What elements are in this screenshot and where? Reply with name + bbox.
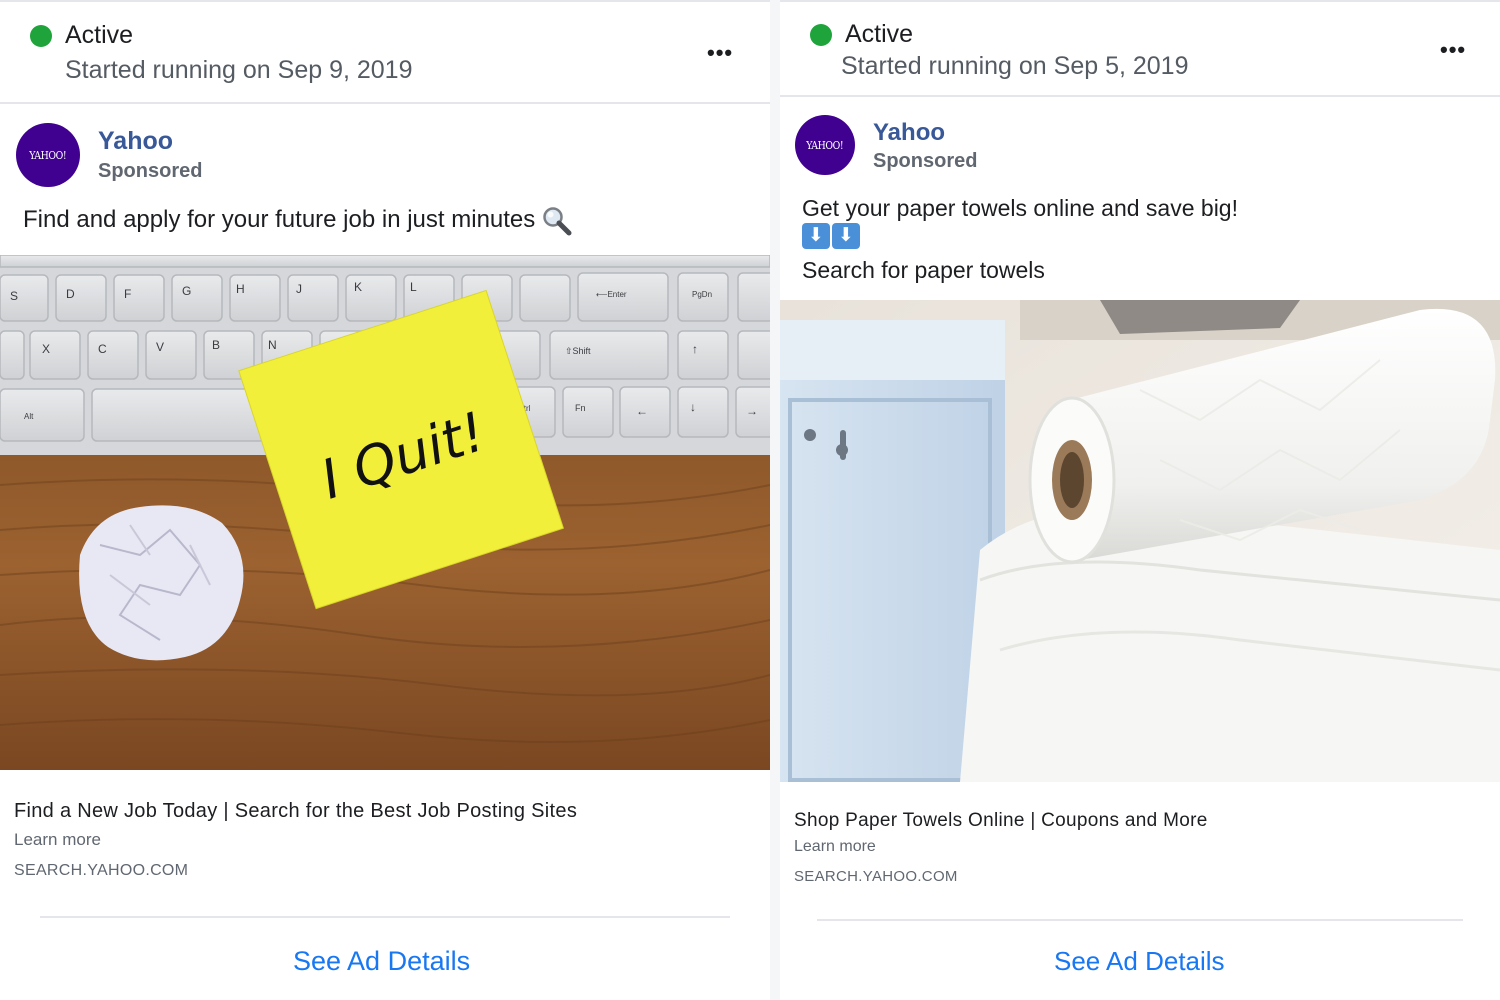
svg-text:H: H: [236, 282, 245, 296]
svg-text:G: G: [182, 284, 191, 298]
down-arrow-icon: ⬇: [832, 223, 860, 249]
learn-more-link[interactable]: Learn more: [794, 838, 876, 856]
svg-text:N: N: [268, 338, 277, 352]
status-label: Active: [845, 20, 914, 48]
see-ad-details-button[interactable]: See Ad Details: [1054, 946, 1225, 977]
svg-text:Fn: Fn: [575, 403, 586, 413]
ad-headline[interactable]: Shop Paper Towels Online | Coupons and M…: [794, 810, 1208, 832]
yahoo-logo-text: YAHOO!: [806, 138, 844, 152]
advertiser-avatar[interactable]: YAHOO!: [16, 123, 80, 187]
ad-display-domain: SEARCH.YAHOO.COM: [794, 868, 958, 885]
active-status-dot-icon: [30, 24, 52, 47]
ad-status: Active: [810, 20, 913, 49]
paper-towel-sheet: [960, 508, 1500, 782]
svg-text:→: →: [746, 404, 758, 418]
ad-card-1: Active Started running on Sep 9, 2019 ••…: [0, 0, 770, 1000]
svg-text:J: J: [296, 282, 302, 296]
svg-text:⟵Enter: ⟵Enter: [596, 290, 627, 299]
ad-display-domain: SEARCH.YAHOO.COM: [14, 862, 189, 879]
magnifying-glass-icon: [543, 206, 572, 236]
advertiser-avatar[interactable]: YAHOO!: [795, 115, 855, 175]
started-running-date: Started running on Sep 5, 2019: [841, 52, 1189, 80]
sponsored-label: Sponsored: [98, 160, 203, 182]
header-divider: [0, 102, 770, 104]
svg-text:K: K: [354, 280, 362, 294]
ad-body-emoji-row: ⬇ ⬇: [802, 223, 862, 249]
crumpled-paper-ball: [79, 505, 244, 661]
svg-text:D: D: [66, 287, 75, 301]
ad-creative-image[interactable]: [780, 300, 1500, 782]
column-gutter: [770, 0, 780, 1000]
svg-text:⇧Shift: ⇧Shift: [565, 346, 591, 356]
svg-text:V: V: [156, 340, 164, 354]
svg-text:X: X: [42, 342, 50, 356]
ad-creative-image[interactable]: S D F G H J K L ⟵Enter PgDn X C V B N ⇧Shift ↑ Alt…: [0, 255, 770, 770]
started-running-date: Started running on Sep 9, 2019: [65, 56, 413, 84]
more-options-icon[interactable]: •••: [1440, 37, 1466, 63]
status-label: Active: [65, 21, 134, 49]
svg-text:S: S: [10, 289, 18, 303]
ad-headline[interactable]: Find a New Job Today | Search for the Be…: [14, 800, 577, 823]
more-options-icon[interactable]: •••: [707, 40, 733, 66]
yahoo-logo-text: YAHOO!: [29, 148, 67, 162]
sponsored-label: Sponsored: [873, 150, 978, 172]
svg-text:↑: ↑: [692, 342, 698, 356]
header-divider: [780, 95, 1500, 97]
svg-text:B: B: [212, 338, 220, 352]
see-ad-details-button[interactable]: See Ad Details: [293, 946, 470, 977]
ad-body-copy: Find and apply for your future job in ju…: [23, 206, 536, 233]
ad-body-text: Find and apply for your future job in ju…: [23, 204, 573, 237]
card-top-border: [780, 0, 1500, 2]
footer-divider: [817, 919, 1463, 921]
ad-card-2: Active Started running on Sep 5, 2019 ••…: [780, 0, 1500, 1000]
footer-divider: [40, 916, 730, 918]
svg-text:↓: ↓: [690, 400, 696, 414]
ad-library-results: Active Started running on Sep 9, 2019 ••…: [0, 0, 1500, 1000]
advertiser-name-link[interactable]: Yahoo: [873, 119, 945, 147]
svg-text:F: F: [124, 287, 131, 301]
ad-status: Active: [30, 21, 133, 50]
ad-body-line-3: Search for paper towels: [802, 257, 1045, 283]
svg-text:PgDn: PgDn: [692, 290, 712, 299]
learn-more-link[interactable]: Learn more: [14, 830, 101, 850]
active-status-dot-icon: [810, 23, 832, 46]
svg-text:L: L: [410, 280, 417, 294]
card-top-border: [0, 0, 770, 2]
svg-text:Alt: Alt: [24, 412, 34, 421]
down-arrow-icon: ⬇: [802, 223, 830, 249]
ad-body-line-1: Get your paper towels online and save bi…: [802, 195, 1238, 221]
svg-text:C: C: [98, 342, 107, 356]
svg-text:←: ←: [636, 404, 648, 418]
advertiser-name-link[interactable]: Yahoo: [98, 127, 173, 156]
